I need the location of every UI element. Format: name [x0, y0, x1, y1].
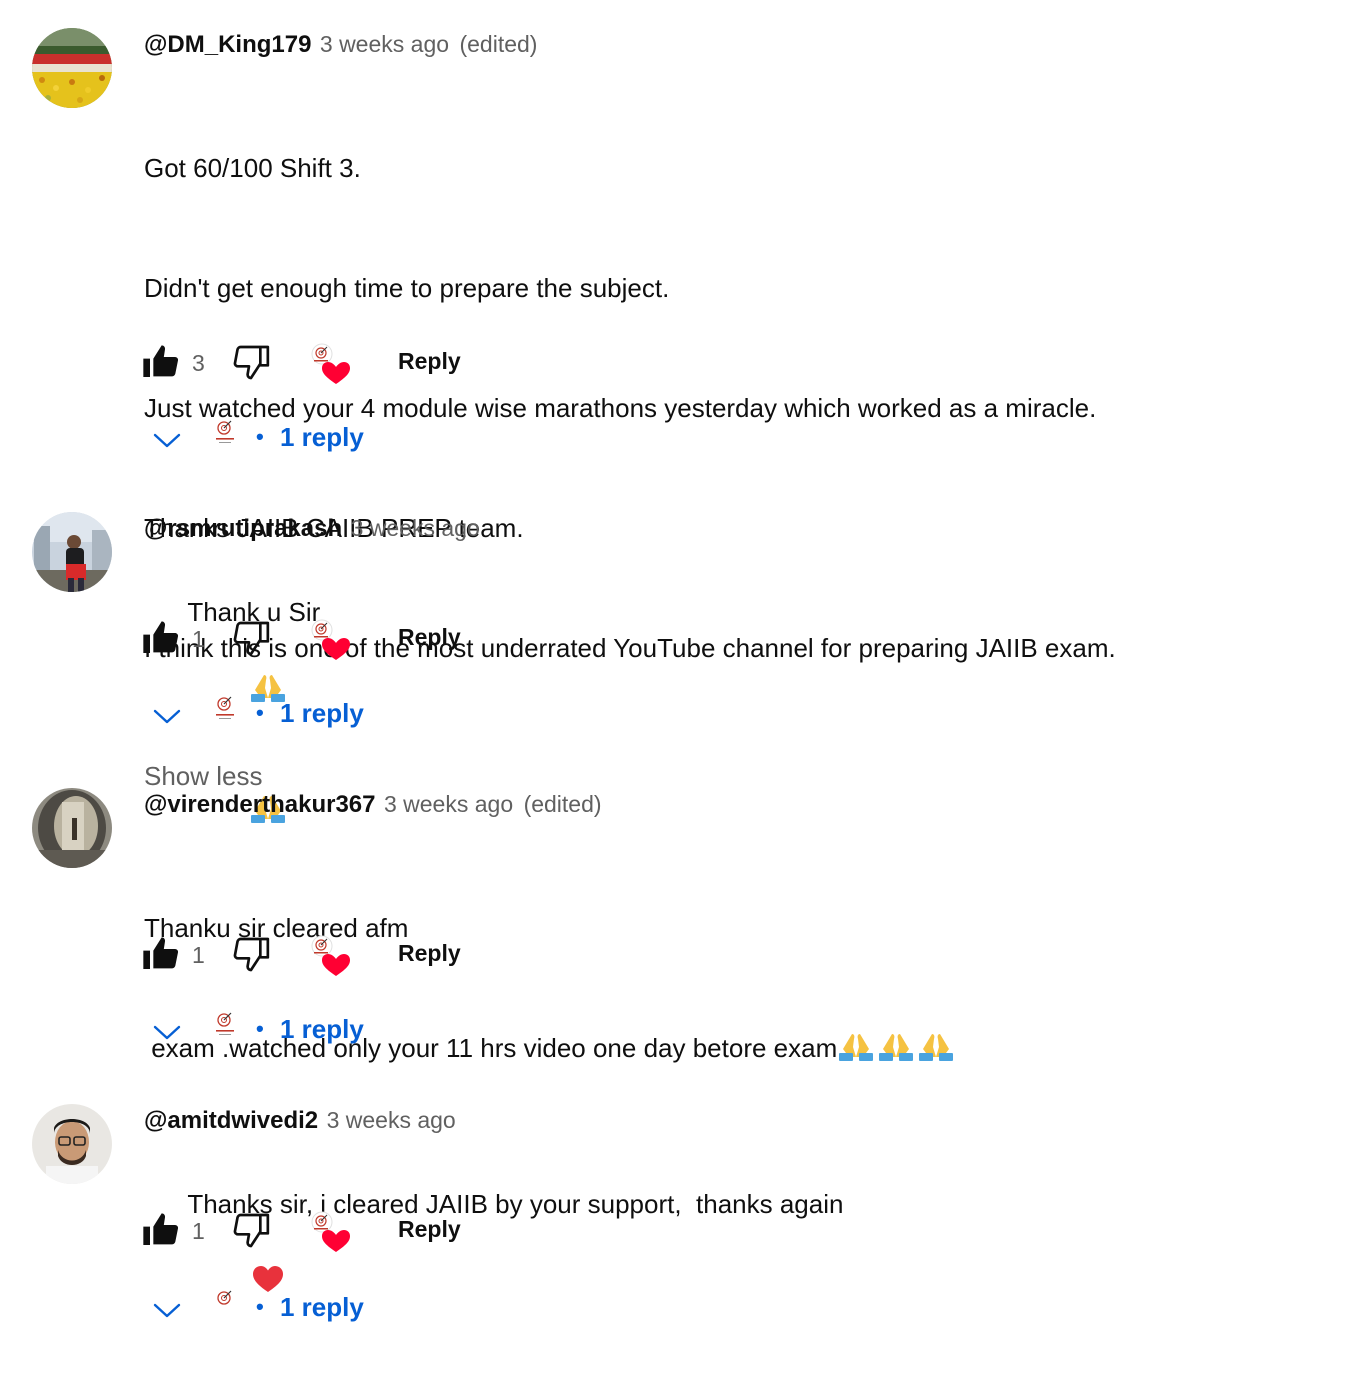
view-replies-button[interactable]: • 1 reply — [148, 420, 548, 460]
comment-actions: 3 Reply — [140, 342, 740, 386]
avatar[interactable] — [32, 788, 112, 868]
comment-timestamp[interactable]: 3 weeks ago — [320, 31, 449, 57]
reply-button[interactable]: Reply — [398, 348, 461, 375]
comment-header: @virenderthakur367 3 weeks ago (edited) — [144, 788, 1344, 820]
chevron-down-icon — [153, 1303, 181, 1318]
creator-avatar-icon — [216, 1012, 234, 1035]
separator-dot: • — [256, 424, 264, 449]
thumbs-down-icon — [233, 345, 270, 380]
avatar[interactable] — [32, 1104, 112, 1184]
folded-hands-emoji — [839, 1031, 874, 1072]
reply-button[interactable]: Reply — [398, 940, 461, 967]
comment-header: @amitdwivedi2 3 weeks ago — [144, 1104, 1344, 1136]
edited-label: (edited) — [459, 31, 538, 57]
author-name[interactable]: @DM_King179 — [144, 31, 311, 58]
comment-header: @rsmrutiprakash 3 weeks ago — [144, 512, 1344, 544]
comment-actions: 1 Reply — [140, 618, 740, 662]
dislike-button[interactable] — [232, 618, 274, 662]
edited-label: (edited) — [523, 791, 602, 817]
like-button[interactable] — [140, 618, 182, 662]
reply-button[interactable]: Reply — [398, 624, 461, 651]
thumbs-down-icon — [233, 621, 270, 656]
comment-line: Didn't get enough time to prepare the su… — [144, 273, 670, 303]
chevron-down-icon — [153, 1025, 181, 1040]
replies-count-link[interactable]: 1 reply — [280, 422, 364, 453]
comment-text: Thanks sir, i cleared JAIIB by your supp… — [144, 1144, 1344, 1385]
like-count: 1 — [192, 1218, 205, 1244]
like-button[interactable] — [140, 934, 182, 978]
like-button[interactable] — [140, 1210, 182, 1254]
thumbs-up-icon — [143, 621, 179, 653]
creator-avatar-icon — [216, 420, 234, 443]
like-count: 1 — [192, 942, 205, 968]
avatar[interactable] — [32, 512, 112, 592]
comment-timestamp[interactable]: 3 weeks ago — [384, 791, 513, 817]
comment-timestamp[interactable]: 3 weeks ago — [327, 1107, 456, 1133]
author-name[interactable]: @virenderthakur367 — [144, 791, 376, 818]
separator-dot: • — [256, 1016, 264, 1041]
separator-dot: • — [256, 1294, 264, 1319]
dislike-button[interactable] — [232, 934, 274, 978]
view-replies-button[interactable]: • 1 reply — [148, 696, 548, 736]
comment-actions: 1 Reply — [140, 934, 740, 978]
replies-count-link[interactable]: 1 reply — [280, 1292, 364, 1323]
comment-timestamp[interactable]: 3 weeks ago — [351, 515, 480, 541]
chevron-down-icon — [153, 709, 181, 724]
reply-button[interactable]: Reply — [398, 1216, 461, 1243]
thumbs-up-icon — [143, 937, 179, 969]
creator-heart-icon — [308, 342, 352, 386]
replies-count-link[interactable]: 1 reply — [280, 1014, 364, 1045]
folded-hands-emoji — [879, 1031, 914, 1072]
thumbs-down-icon — [233, 937, 270, 972]
separator-dot: • — [256, 700, 264, 725]
comment-actions: 1 Reply — [140, 1210, 740, 1254]
folded-hands-emoji — [919, 1031, 954, 1072]
comment-line: Got 60/100 Shift 3. — [144, 153, 361, 183]
author-name[interactable]: @amitdwivedi2 — [144, 1107, 318, 1134]
creator-avatar-icon — [217, 1290, 232, 1305]
thumbs-up-icon — [143, 1213, 179, 1245]
like-count: 1 — [192, 626, 205, 652]
thumbs-down-icon — [233, 1213, 270, 1248]
dislike-button[interactable] — [232, 1210, 274, 1254]
author-name[interactable]: @rsmrutiprakash — [144, 515, 342, 542]
chevron-down-icon — [153, 433, 181, 448]
creator-heart-icon — [308, 934, 352, 978]
thumbs-up-icon — [143, 345, 179, 377]
creator-heart-icon — [308, 618, 352, 662]
avatar[interactable] — [32, 28, 112, 108]
comment-header: @DM_King179 3 weeks ago (edited) — [144, 28, 1344, 60]
creator-heart-icon — [308, 1210, 352, 1254]
dislike-button[interactable] — [232, 342, 274, 386]
replies-count-link[interactable]: 1 reply — [280, 698, 364, 729]
creator-avatar-icon — [216, 696, 234, 719]
like-button[interactable] — [140, 342, 182, 386]
like-count: 3 — [192, 350, 205, 376]
view-replies-button[interactable]: • 1 reply — [148, 1012, 548, 1052]
view-replies-button[interactable]: • 1 reply — [148, 1290, 548, 1330]
